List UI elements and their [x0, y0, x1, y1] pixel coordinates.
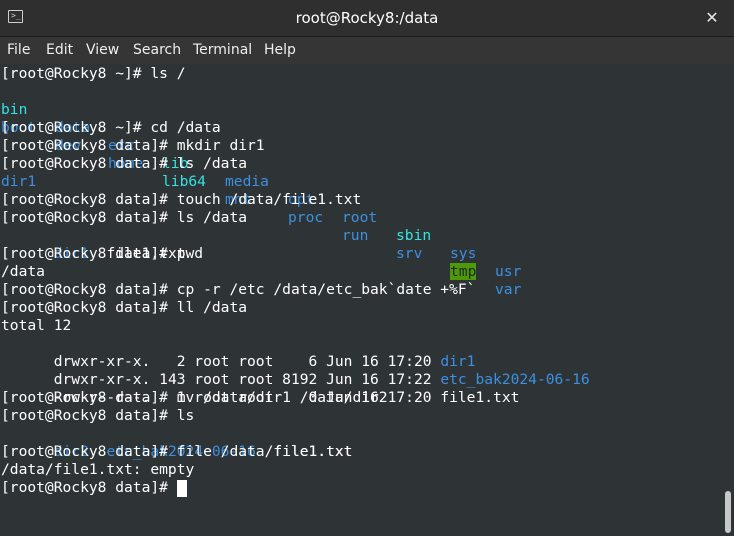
ls-entry: sys: [450, 245, 477, 262]
ls-output-row: bin data etc lib media opt root sbin sys…: [1, 83, 521, 280]
ls-entry: var: [495, 281, 522, 298]
text-cursor: [177, 480, 187, 497]
menu-view[interactable]: View: [86, 37, 119, 64]
command-line: [root@Rocky8 data]# mkdir dir1: [1, 137, 265, 154]
ls-entry: proc: [288, 209, 324, 226]
ls-entry: lib64: [162, 173, 206, 190]
menu-edit[interactable]: Edit: [46, 37, 73, 64]
ls-entry-tmp: tmp: [450, 263, 477, 280]
output-line: dir1 file1.txt: [1, 227, 186, 262]
ls-entry: run: [342, 227, 369, 244]
command-line: [root@Rocky8 data]# ll /data: [1, 299, 248, 316]
ls-output-row: boot dev home lib64 mnt proc run srv tmp…: [1, 101, 521, 298]
menu-help[interactable]: Help: [264, 37, 296, 64]
output-line: dir2 etc_bak2024-06-16 file1.txt: [1, 425, 353, 460]
output-line: /data/file1.txt: empty: [1, 461, 195, 478]
scrollbar-thumb[interactable]: [725, 491, 731, 533]
ls-entry: srv: [396, 245, 423, 262]
command-line: [root@Rocky8 ~]# ls /: [1, 65, 186, 82]
window-title: root@Rocky8:/data: [295, 9, 439, 27]
command-line: [root@Rocky8 data]# mv /data/dir1 /data/…: [1, 389, 388, 406]
ls-entry: root: [342, 209, 378, 226]
command-line: [root@Rocky8 data]# ls /data: [1, 155, 248, 172]
terminal-output[interactable]: [root@Rocky8 ~]# ls / bin data etc lib m…: [0, 64, 734, 536]
ll-name: file1.txt: [440, 389, 520, 406]
menu-terminal[interactable]: Terminal: [193, 37, 252, 64]
command-line: [root@Rocky8 data]# file /data/file1.txt: [1, 443, 353, 460]
title-bar: >_ root@Rocky8:/data ✕: [0, 0, 734, 37]
current-prompt[interactable]: [root@Rocky8 data]#: [1, 479, 177, 497]
command-line: [root@Rocky8 data]# cp -r /etc /data/etc…: [1, 281, 476, 298]
ls-entry: media: [225, 173, 269, 190]
output-line: dir1: [1, 173, 37, 190]
command-line: [root@Rocky8 data]# pwd: [1, 245, 204, 262]
terminal-window: >_ root@Rocky8:/data ✕ File Edit View Se…: [0, 0, 734, 536]
command-line: [root@Rocky8 ~]# cd /data: [1, 119, 221, 136]
ll-row: -rw-r--r--. 1 root root 0 Jun 16 17:20 f…: [1, 371, 520, 406]
menu-file[interactable]: File: [7, 37, 30, 64]
ll-row: drwxr-xr-x. 2 root root 6 Jun 16 17:20 d…: [1, 335, 476, 370]
scrollbar[interactable]: [722, 64, 734, 536]
ll-row: drwxr-xr-x. 143 root root 8192 Jun 16 17…: [1, 353, 590, 388]
command-line: [root@Rocky8 data]# ls /data: [1, 209, 248, 226]
output-line: /data: [1, 263, 45, 280]
command-line: [root@Rocky8 data]# ls: [1, 407, 195, 424]
output-line: total 12: [1, 317, 72, 334]
command-line: [root@Rocky8 data]# touch /data/file1.tx…: [1, 191, 362, 208]
close-button[interactable]: ✕: [700, 6, 724, 30]
ls-entry: sbin: [396, 227, 432, 244]
ls-entry: usr: [495, 263, 522, 280]
menu-search[interactable]: Search: [133, 37, 181, 64]
menu-bar: File Edit View Search Terminal Help: [0, 37, 734, 64]
